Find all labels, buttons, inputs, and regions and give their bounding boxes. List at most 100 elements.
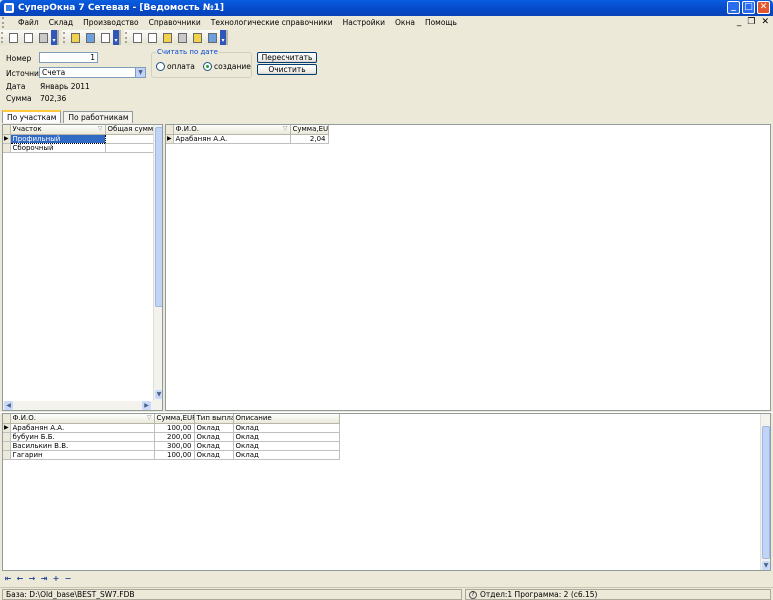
source-select[interactable]: Счета ▼ — [39, 67, 146, 78]
payment-name-cell[interactable]: Василькин В.В. — [10, 441, 155, 451]
menu-windows[interactable]: Окна — [390, 18, 420, 27]
column-header-total[interactable]: Общая сумма,EUR — [105, 125, 156, 135]
section-total-cell[interactable] — [105, 143, 156, 153]
scroll-down-icon[interactable]: ▼ — [155, 390, 162, 399]
worker-sum-cell[interactable]: 2,04 — [290, 134, 329, 144]
menu-help[interactable]: Помощь — [420, 18, 462, 27]
menu-tech-references[interactable]: Технологические справочники — [206, 18, 338, 27]
menu-file[interactable]: Файл — [13, 18, 44, 27]
filter-icon[interactable]: ▽ — [147, 414, 152, 422]
payment-type-cell[interactable]: Оклад — [194, 432, 234, 442]
payment-name-cell[interactable]: Арабанян А.А. — [10, 423, 155, 433]
print-icon[interactable] — [37, 31, 50, 44]
next-record-icon[interactable]: → — [28, 575, 36, 583]
section-name-cell[interactable]: Сборочный — [10, 143, 106, 153]
payment-type-cell[interactable]: Оклад — [194, 423, 234, 433]
paste-icon[interactable] — [146, 31, 159, 44]
payment-desc-cell[interactable]: Оклад — [233, 441, 340, 451]
payments-vertical-scrollbar[interactable]: ▼ — [760, 414, 770, 570]
toolbar-dropdown-icon[interactable]: ▾ — [220, 30, 226, 45]
column-header-section[interactable]: Участок ▽ — [10, 125, 106, 135]
edit-document-icon[interactable] — [22, 31, 35, 44]
section-total-cell[interactable] — [105, 134, 156, 144]
radio-creation-label[interactable]: создание — [214, 62, 251, 71]
payment-sum-cell[interactable]: 100,00 — [154, 423, 195, 433]
payment-sum-cell[interactable]: 200,00 — [154, 432, 195, 442]
worker-name-cell[interactable]: Арабанян А.А. — [173, 134, 291, 144]
clipboard-icon[interactable] — [191, 31, 204, 44]
payment-name-cell[interactable]: Гагарин — [10, 450, 155, 460]
column-header-sum[interactable]: Сумма,EUR — [290, 125, 329, 135]
last-record-icon[interactable]: ⇥ — [40, 575, 48, 583]
new-document-icon[interactable] — [7, 31, 20, 44]
scrollbar-thumb[interactable] — [762, 426, 770, 559]
export-icon[interactable] — [99, 31, 112, 44]
section-name-cell[interactable]: Профильный — [9, 133, 106, 144]
column-header-name[interactable]: Ф.И.О. ▽ — [173, 125, 291, 135]
tools-icon[interactable] — [176, 31, 189, 44]
tab-by-workers[interactable]: По работникам — [63, 111, 134, 123]
radio-payment[interactable] — [156, 62, 165, 71]
title-bar[interactable]: СуперОкна 7 Сетевая - [Ведомость №1] _ □… — [0, 0, 773, 16]
sections-horizontal-scrollbar[interactable]: ◀ ▶ — [3, 401, 162, 410]
calculator-icon[interactable] — [84, 31, 97, 44]
table-row[interactable]: Сборочный — [3, 143, 156, 153]
menu-warehouse[interactable]: Склад — [44, 18, 78, 27]
row-indicator-header — [3, 414, 11, 424]
table-row[interactable]: Гагарин 100,00 Оклад Оклад — [3, 450, 340, 460]
menu-references[interactable]: Справочники — [144, 18, 206, 27]
table-row[interactable]: ▶ Арабанян А.А. 100,00 Оклад Оклад — [3, 423, 340, 433]
toolbar-dropdown-icon[interactable]: ▾ — [51, 30, 57, 45]
close-button[interactable]: ✕ — [757, 1, 770, 14]
window-icon[interactable] — [206, 31, 219, 44]
filter-icon[interactable] — [69, 31, 82, 44]
radio-creation[interactable] — [203, 62, 212, 71]
chevron-down-icon[interactable]: ▼ — [135, 68, 145, 77]
current-row-arrow-icon: ▶ — [3, 423, 11, 433]
status-database: База: D:\Old_base\BEST_SW7.FDB — [2, 589, 462, 600]
tab-by-sections[interactable]: По участкам — [2, 110, 62, 123]
payment-sum-cell[interactable]: 300,00 — [154, 441, 195, 451]
first-record-icon[interactable]: ⇤ — [4, 575, 12, 583]
sections-vertical-scrollbar[interactable]: ▼ — [153, 125, 162, 401]
payment-desc-cell[interactable]: Оклад — [233, 450, 340, 460]
mdi-minimize-button[interactable]: _ — [737, 17, 742, 27]
clear-button[interactable]: Очистить — [257, 64, 317, 75]
scrollbar-thumb[interactable] — [155, 127, 162, 307]
delete-record-icon[interactable]: − — [64, 575, 72, 583]
payment-name-cell[interactable]: бубуин Б.Б. — [10, 432, 155, 442]
mdi-close-button[interactable]: ✕ — [761, 17, 769, 27]
table-row[interactable]: ▶ Арабанян А.А. 2,04 — [166, 134, 329, 144]
payment-sum-cell[interactable]: 100,00 — [154, 450, 195, 460]
pin-icon[interactable] — [161, 31, 174, 44]
payment-desc-cell[interactable]: Оклад — [233, 423, 340, 433]
toolbar-dropdown-icon[interactable]: ▾ — [113, 30, 119, 45]
table-row[interactable]: бубуин Б.Б. 200,00 Оклад Оклад — [3, 432, 340, 442]
menu-production[interactable]: Производство — [78, 18, 144, 27]
column-header-name[interactable]: Ф.И.О. ▽ — [10, 414, 155, 424]
payment-type-cell[interactable]: Оклад — [194, 450, 234, 460]
number-field[interactable]: 1 — [39, 52, 98, 63]
column-header-payment-type[interactable]: Тип выплат — [194, 414, 234, 424]
scroll-right-icon[interactable]: ▶ — [142, 401, 151, 410]
payment-type-cell[interactable]: Оклад — [194, 441, 234, 451]
copy-icon[interactable] — [131, 31, 144, 44]
menu-settings[interactable]: Настройки — [338, 18, 390, 27]
minimize-button[interactable]: _ — [727, 1, 740, 14]
scroll-left-icon[interactable]: ◀ — [4, 401, 13, 410]
prev-record-icon[interactable]: ← — [16, 575, 24, 583]
radio-payment-label[interactable]: оплата — [167, 62, 195, 71]
table-row[interactable]: Василькин В.В. 300,00 Оклад Оклад — [3, 441, 340, 451]
add-record-icon[interactable]: + — [52, 575, 60, 583]
menu-grip[interactable] — [2, 17, 10, 28]
column-header-description[interactable]: Описание — [233, 414, 340, 424]
maximize-button[interactable]: □ — [742, 1, 755, 14]
scroll-down-icon[interactable]: ▼ — [762, 561, 770, 570]
table-row[interactable]: ▶ Профильный — [3, 133, 156, 144]
payment-desc-cell[interactable]: Оклад — [233, 432, 340, 442]
filter-icon[interactable]: ▽ — [98, 125, 103, 133]
mdi-restore-button[interactable]: ❐ — [747, 17, 755, 27]
recalculate-button[interactable]: Пересчитать — [257, 52, 317, 63]
filter-icon[interactable]: ▽ — [283, 125, 288, 133]
column-header-sum[interactable]: Сумма,EUR — [154, 414, 195, 424]
